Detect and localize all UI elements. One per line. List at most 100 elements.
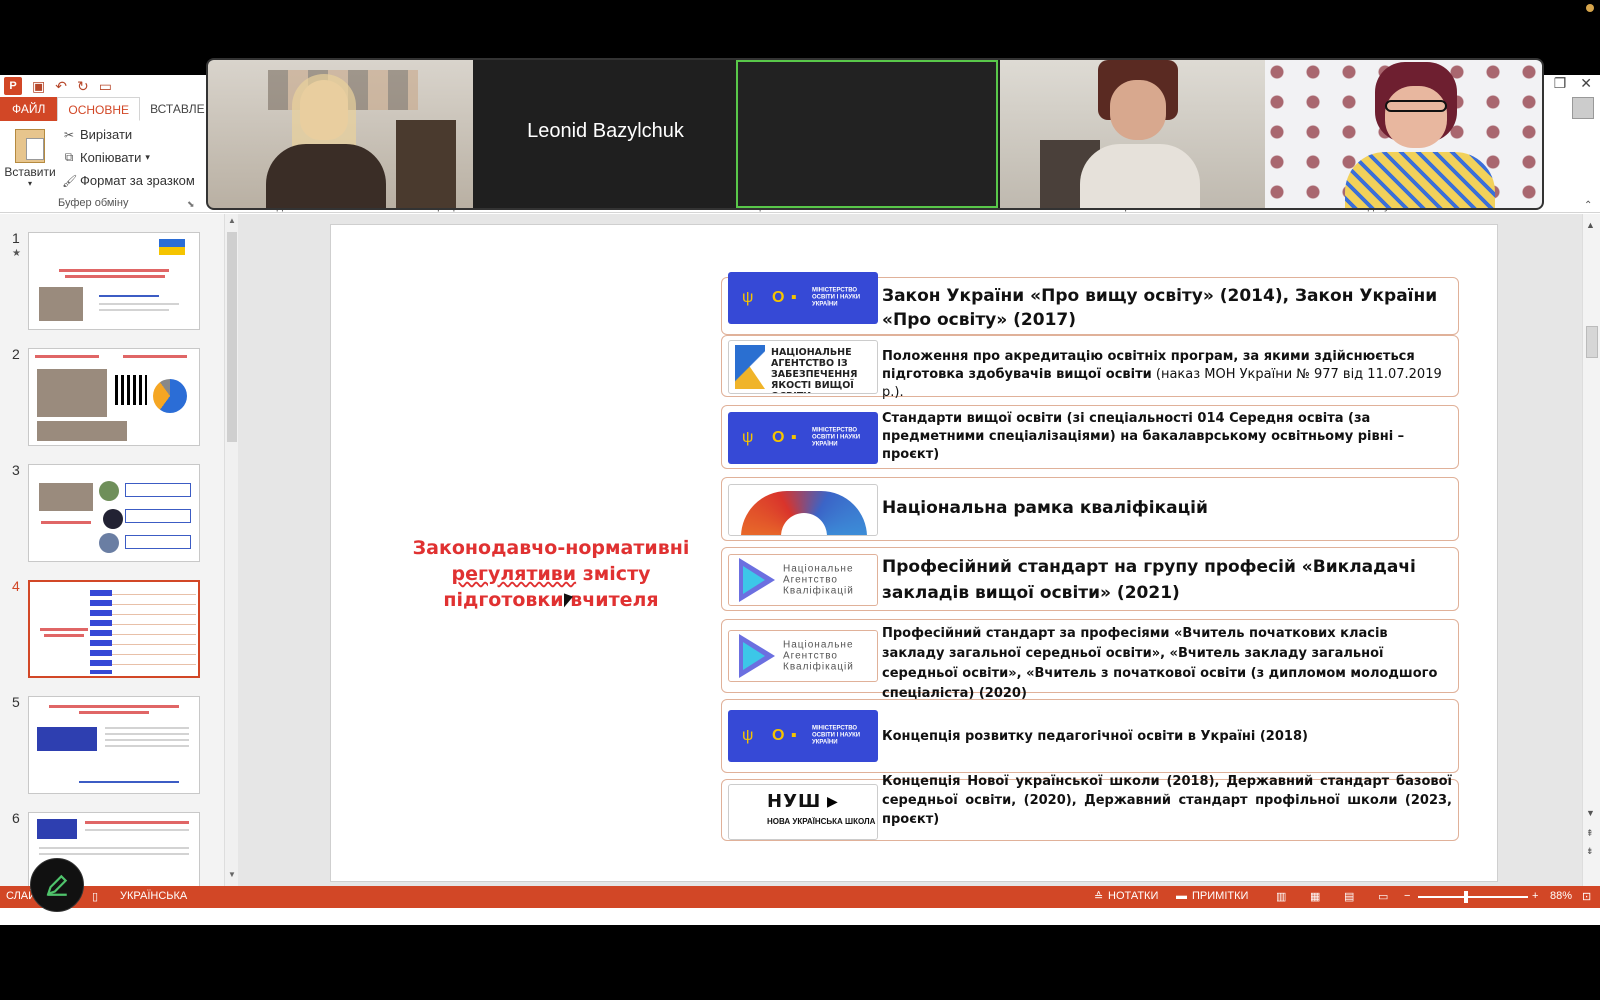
copy-button[interactable]: ⧉ Копіювати ▾: [62, 150, 150, 165]
participant-video-5[interactable]: [1265, 60, 1542, 208]
participant-video-3-active-speaker[interactable]: [736, 60, 998, 208]
powerpoint-logo-icon: P: [4, 77, 22, 95]
thumb-number: 3: [12, 462, 20, 478]
restore-icon[interactable]: ❐: [1554, 75, 1567, 92]
zoom-out-icon[interactable]: −: [1404, 890, 1410, 902]
bottom-bar: [0, 925, 1600, 1000]
format-painter-button[interactable]: 🖌 Формат за зразком: [62, 173, 195, 188]
row-text: Закон України «Про вищу освіту» (2014), …: [882, 286, 1438, 330]
slide-thumbnail-3[interactable]: [28, 464, 200, 562]
list-item[interactable]: Національна рамка кваліфікацій: [721, 477, 1459, 541]
notes-icon[interactable]: ≙: [1094, 890, 1103, 903]
naq-play-inner-icon: [743, 566, 765, 594]
redo-icon[interactable]: ↻: [77, 78, 89, 95]
slide-thumbnail-1[interactable]: [28, 232, 200, 330]
row-text: Професійний стандарт на групу професій «…: [882, 557, 1416, 603]
present-icon[interactable]: ▭: [99, 78, 112, 95]
tab-file[interactable]: ФАЙЛ: [0, 97, 58, 121]
mon-mark: O ▪: [772, 727, 798, 744]
comments-icon[interactable]: ▬: [1176, 890, 1187, 902]
video-participant-strip: Leonid Bazylchuk: [206, 58, 1544, 210]
comments-button[interactable]: ПРИМІТКИ: [1192, 890, 1248, 902]
trident-icon: ψ: [742, 727, 754, 744]
spellcheck-icon[interactable]: ▯: [92, 890, 98, 903]
scroll-up-icon[interactable]: ▲: [1586, 220, 1595, 230]
save-icon[interactable]: ▣: [32, 78, 45, 95]
zoom-slider[interactable]: [1418, 896, 1528, 898]
list-item[interactable]: ψ O ▪ МІНІСТЕРСТВО ОСВІТИ І НАУКИ УКРАЇН…: [721, 699, 1459, 773]
dialog-launcher-icon[interactable]: ⬊: [187, 199, 195, 210]
list-item[interactable]: НУШ ▶ НОВА УКРАЇНСЬКА ШКОЛА Концепція Но…: [721, 774, 1459, 841]
naq-logo-text: Національне Агентство Кваліфікацій: [783, 563, 854, 597]
slide-canvas: Законодавчо-нормативні регулятиви змісту…: [238, 214, 1582, 886]
tab-home[interactable]: ОСНОВНЕ: [57, 97, 141, 121]
next-slide-icon[interactable]: ⇟: [1586, 846, 1594, 857]
slide-thumbnail-5[interactable]: [28, 696, 200, 794]
list-item[interactable]: ψ O ▪ МІНІСТЕРСТВО ОСВІТИ І НАУКИ УКРАЇН…: [721, 272, 1459, 335]
slideshow-icon[interactable]: ▭: [1378, 890, 1388, 903]
participant-video-2[interactable]: Leonid Bazylchuk: [473, 60, 738, 208]
tab-insert[interactable]: ВСТАВЛЕ: [140, 97, 215, 121]
trident-icon: ψ: [742, 289, 754, 306]
slide-sorter-icon[interactable]: ▦: [1310, 890, 1320, 903]
normal-view-icon[interactable]: ▥: [1276, 890, 1286, 903]
nush-logo: НУШ ▶ НОВА УКРАЇНСЬКА ШКОЛА: [728, 784, 878, 840]
slide-title-underlined-word: регулятиви: [451, 563, 577, 585]
previous-slide-icon[interactable]: ⇞: [1586, 828, 1594, 839]
language-indicator[interactable]: УКРАЇНСЬКА: [120, 890, 187, 902]
mon-logo-text: МІНІСТЕРСТВО ОСВІТИ І НАУКИ УКРАЇНИ: [812, 427, 861, 448]
paste-label: Вставити: [4, 165, 56, 179]
slide-thumbnail-4[interactable]: [28, 580, 200, 678]
reading-view-icon[interactable]: ▤: [1344, 890, 1354, 903]
zoom-level[interactable]: 88%: [1550, 890, 1572, 902]
status-dot: [1586, 4, 1594, 12]
zoom-in-icon[interactable]: +: [1532, 890, 1538, 902]
row-text: Професійний стандарт за професіями «Вчит…: [882, 626, 1438, 701]
scroll-down-icon[interactable]: ▼: [1586, 808, 1595, 818]
paste-button[interactable]: Вставити ▾: [4, 125, 56, 188]
copy-icon: ⧉: [64, 150, 74, 164]
list-item[interactable]: Національне Агентство Кваліфікацій Профе…: [721, 619, 1459, 701]
notes-button[interactable]: НОТАТКИ: [1108, 890, 1158, 902]
clipboard-group-label: Буфер обміну: [58, 197, 129, 209]
zoom-slider-thumb[interactable]: [1464, 891, 1469, 903]
mon-logo: ψ O ▪ МІНІСТЕРСТВО ОСВІТИ І НАУКИ УКРАЇН…: [728, 272, 878, 324]
format-painter-label: Формат за зразком: [80, 173, 195, 188]
participant-video-4[interactable]: [1000, 60, 1265, 208]
list-item[interactable]: Національне Агентство Кваліфікацій Профе…: [721, 547, 1459, 611]
slide-scroll-thumb[interactable]: [1586, 326, 1598, 358]
mon-logo: ψ O ▪ МІНІСТЕРСТВО ОСВІТИ І НАУКИ УКРАЇН…: [728, 710, 878, 762]
thumbnails-scroll-thumb[interactable]: [227, 232, 237, 442]
annotate-pencil-button[interactable]: [30, 858, 84, 912]
mouse-cursor-icon: [564, 593, 573, 611]
scroll-down-icon[interactable]: ▼: [228, 870, 236, 879]
thumb-number-active: 4: [12, 578, 20, 594]
naq-logo-text: Національне Агентство Кваліфікацій: [783, 639, 854, 673]
scissors-icon: ✂: [63, 127, 75, 142]
top-bar: [0, 0, 1600, 22]
slide-scrollbar[interactable]: ▲ ▼ ⇞ ⇟: [1582, 214, 1600, 886]
fit-slide-icon[interactable]: ⊡: [1582, 890, 1591, 903]
avatar[interactable]: [1572, 97, 1594, 119]
participant-video-1[interactable]: [208, 60, 473, 208]
thumb-number: 5: [12, 694, 20, 710]
scroll-up-icon[interactable]: ▲: [228, 216, 236, 225]
slide-title-rest: регулятиви змісту підготовки вчителя: [391, 561, 711, 613]
close-icon[interactable]: ✕: [1580, 75, 1592, 92]
row-text: Положення про акредитацію освітніх прогр…: [882, 348, 1452, 402]
pencil-icon: [46, 874, 68, 896]
current-slide[interactable]: Законодавчо-нормативні регулятиви змісту…: [330, 224, 1498, 882]
chevron-down-icon: ▾: [27, 179, 32, 188]
list-item[interactable]: ψ O ▪ МІНІСТЕРСТВО ОСВІТИ І НАУКИ УКРАЇН…: [721, 405, 1459, 469]
slide-thumbnail-2[interactable]: [28, 348, 200, 446]
mon-logo: ψ O ▪ МІНІСТЕРСТВО ОСВІТИ І НАУКИ УКРАЇН…: [728, 412, 878, 464]
cut-button[interactable]: ✂ Вирізати: [62, 127, 132, 142]
naq-logo: Національне Агентство Кваліфікацій: [728, 630, 878, 682]
copy-label: Копіювати: [80, 150, 142, 165]
slide-title[interactable]: Законодавчо-нормативні регулятиви змісту…: [391, 535, 711, 613]
undo-icon[interactable]: ↶: [55, 78, 67, 95]
collapse-ribbon-icon[interactable]: ⌃: [1584, 200, 1592, 211]
list-item[interactable]: НАЦІОНАЛЬНЕ АГЕНТСТВО ІЗ ЗАБЕЗПЕЧЕННЯ ЯК…: [721, 335, 1459, 400]
thumbnails-scrollbar[interactable]: ▲ ▼: [224, 214, 238, 886]
nush-arrow-icon: ▶: [827, 793, 838, 809]
